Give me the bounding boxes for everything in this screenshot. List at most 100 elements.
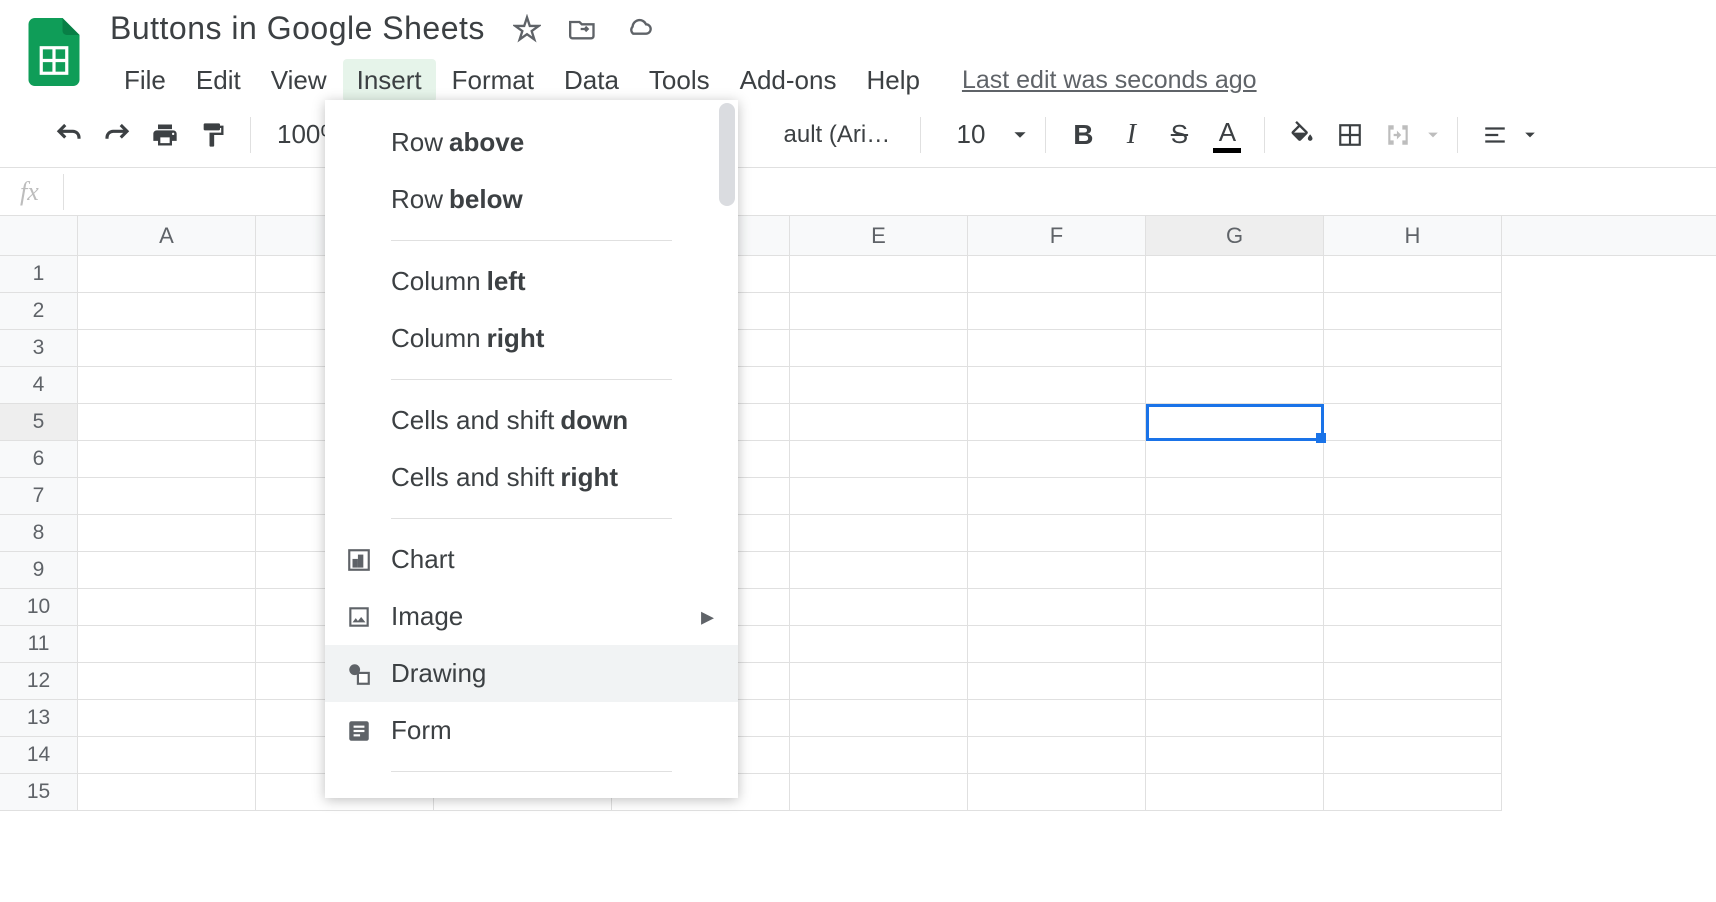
menu-help[interactable]: Help (852, 59, 933, 102)
form-icon (345, 717, 373, 745)
sheet-area: A B C D E F G H 1 2 3 4 5 6 7 8 9 10 11 … (0, 216, 1716, 811)
cells-grid[interactable] (78, 256, 1716, 811)
menu-addons[interactable]: Add-ons (726, 59, 851, 102)
row-header-6[interactable]: 6 (0, 441, 78, 478)
menu-separator (391, 379, 672, 380)
row-header-12[interactable]: 12 (0, 663, 78, 700)
menu-edit[interactable]: Edit (182, 59, 255, 102)
undo-button[interactable] (50, 116, 88, 154)
select-all-corner[interactable] (0, 216, 78, 255)
font-name-label: ault (Ari… (784, 121, 891, 149)
row-header-11[interactable]: 11 (0, 626, 78, 663)
row-header-3[interactable]: 3 (0, 330, 78, 367)
menu-text: Cells and shift (391, 405, 554, 436)
image-icon (345, 603, 373, 631)
text-color-indicator (1213, 148, 1241, 153)
drawing-icon (345, 660, 373, 688)
doc-title[interactable]: Buttons in Google Sheets (110, 10, 485, 47)
redo-button[interactable] (98, 116, 136, 154)
menu-separator (391, 240, 672, 241)
menu-text: Form (391, 715, 452, 746)
insert-cells-shift-right[interactable]: Cells and shiftright (325, 449, 738, 506)
toolbar-separator (1457, 117, 1458, 153)
col-header-f[interactable]: F (968, 216, 1146, 255)
paint-format-button[interactable] (194, 116, 232, 154)
row-headers: 1 2 3 4 5 6 7 8 9 10 11 12 13 14 15 (0, 256, 78, 811)
text-color-button[interactable]: A (1208, 116, 1246, 154)
move-icon[interactable] (569, 15, 597, 43)
fill-color-button[interactable] (1283, 116, 1321, 154)
menu-text-bold: left (487, 266, 526, 297)
star-icon[interactable] (513, 15, 541, 43)
fx-label: fx (20, 177, 39, 207)
chevron-down-icon[interactable] (1013, 128, 1027, 142)
insert-column-left[interactable]: Columnleft (325, 253, 738, 310)
menu-text-bold: right (560, 462, 618, 493)
row-header-10[interactable]: 10 (0, 589, 78, 626)
chevron-down-icon[interactable] (1524, 129, 1536, 141)
row-header-15[interactable]: 15 (0, 774, 78, 811)
font-size-label: 10 (957, 119, 986, 149)
menu-file[interactable]: File (110, 59, 180, 102)
italic-button[interactable]: I (1112, 116, 1150, 154)
insert-cells-shift-down[interactable]: Cells and shiftdown (325, 392, 738, 449)
toolbar-separator (250, 117, 251, 153)
insert-drawing[interactable]: Drawing (325, 645, 738, 702)
menu-text: Row (391, 184, 443, 215)
toolbar-separator (1264, 117, 1265, 153)
menu-tools[interactable]: Tools (635, 59, 724, 102)
toolbar-separator (920, 117, 921, 153)
row-header-7[interactable]: 7 (0, 478, 78, 515)
cloud-status-icon[interactable] (625, 15, 653, 43)
col-header-a[interactable]: A (78, 216, 256, 255)
menu-text-bold: above (449, 127, 524, 158)
menu-data[interactable]: Data (550, 59, 633, 102)
insert-column-right[interactable]: Columnright (325, 310, 738, 367)
menu-text: Column (391, 266, 481, 297)
row-header-8[interactable]: 8 (0, 515, 78, 552)
formula-bar: fx (0, 168, 1716, 216)
menu-view[interactable]: View (257, 59, 341, 102)
formula-input[interactable] (64, 180, 1716, 203)
title-area: Buttons in Google Sheets File Edit View … (110, 10, 1716, 102)
menu-text: Column (391, 323, 481, 354)
col-header-g[interactable]: G (1146, 216, 1324, 255)
insert-image[interactable]: Image ▸ (325, 588, 738, 645)
strikethrough-button[interactable]: S (1160, 116, 1198, 154)
menu-text: Drawing (391, 658, 486, 689)
row-header-13[interactable]: 13 (0, 700, 78, 737)
row-header-2[interactable]: 2 (0, 293, 78, 330)
row-header-4[interactable]: 4 (0, 367, 78, 404)
last-edit-link[interactable]: Last edit was seconds ago (962, 66, 1257, 95)
font-name-dropdown[interactable]: ault (Ari… (772, 121, 902, 149)
menu-text: Chart (391, 544, 455, 575)
col-header-e[interactable]: E (790, 216, 968, 255)
toolbar: 100% ault (Ari… 10 B I S A (0, 102, 1716, 168)
menu-text-bold: down (560, 405, 628, 436)
title-row: Buttons in Google Sheets (110, 10, 1716, 51)
horizontal-align-button[interactable] (1476, 116, 1514, 154)
sheets-logo[interactable] (28, 18, 80, 86)
chevron-down-icon[interactable] (1427, 129, 1439, 141)
font-size-dropdown[interactable]: 10 (939, 119, 1004, 150)
menu-text: Row (391, 127, 443, 158)
row-header-1[interactable]: 1 (0, 256, 78, 293)
row-header-14[interactable]: 14 (0, 737, 78, 774)
menu-insert[interactable]: Insert (343, 59, 436, 102)
insert-chart[interactable]: Chart (325, 531, 738, 588)
header: Buttons in Google Sheets File Edit View … (0, 0, 1716, 102)
print-button[interactable] (146, 116, 184, 154)
bold-button[interactable]: B (1064, 116, 1102, 154)
merge-cells-button[interactable] (1379, 116, 1417, 154)
insert-form[interactable]: Form (325, 702, 738, 759)
menu-text: Cells and shift (391, 462, 554, 493)
menu-format[interactable]: Format (438, 59, 548, 102)
borders-button[interactable] (1331, 116, 1369, 154)
insert-row-above[interactable]: Rowabove (325, 114, 738, 171)
insert-dropdown-menu: Rowabove Rowbelow Columnleft Columnright… (325, 100, 738, 798)
menu-separator (391, 771, 672, 772)
col-header-h[interactable]: H (1324, 216, 1502, 255)
insert-row-below[interactable]: Rowbelow (325, 171, 738, 228)
row-header-9[interactable]: 9 (0, 552, 78, 589)
row-header-5[interactable]: 5 (0, 404, 78, 441)
